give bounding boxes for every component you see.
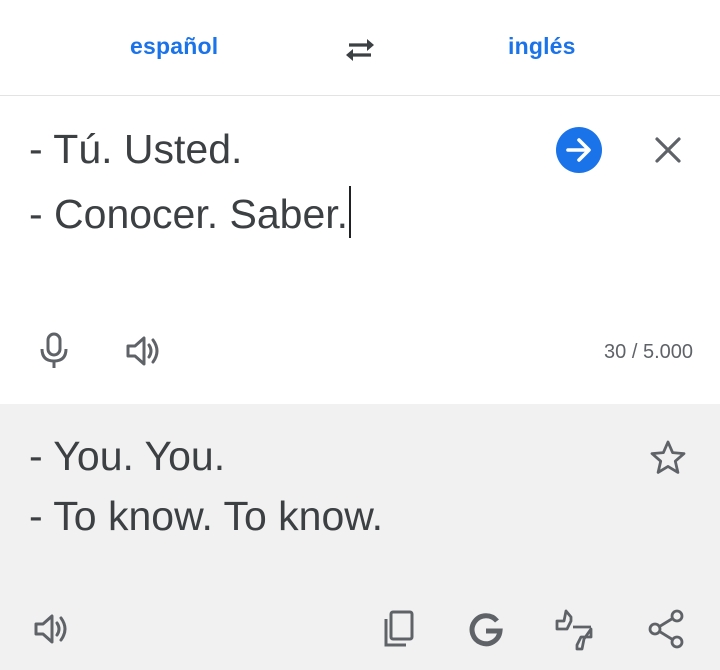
copy-translation-button[interactable] <box>378 607 418 651</box>
swap-languages-icon[interactable] <box>341 34 379 66</box>
google-search-button[interactable] <box>466 607 506 651</box>
source-text-line-2[interactable]: - Conocer. Saber. <box>29 186 352 238</box>
target-language-button[interactable]: inglés <box>508 33 576 60</box>
rate-translation-button[interactable] <box>554 607 594 651</box>
share-translation-button[interactable] <box>646 607 686 651</box>
arrow-right-icon <box>566 138 591 162</box>
source-input-area[interactable]: - Tú. Usted. - Conocer. Saber. 30 / 5.00… <box>0 97 720 404</box>
text-cursor <box>349 186 352 238</box>
save-translation-button[interactable] <box>648 438 688 478</box>
clear-text-button[interactable] <box>650 132 686 168</box>
language-bar: español inglés <box>0 0 720 96</box>
star-icon <box>650 440 686 474</box>
character-counter: 30 / 5.000 <box>604 341 693 363</box>
translate-go-button[interactable] <box>556 127 602 173</box>
google-icon <box>469 613 503 647</box>
speaker-icon <box>126 336 159 366</box>
listen-source-button[interactable] <box>124 333 164 369</box>
source-language-button[interactable]: español <box>130 33 218 60</box>
copy-icon <box>384 610 414 647</box>
microphone-button[interactable] <box>36 331 72 371</box>
result-text-line-1: - You. You. <box>29 433 226 479</box>
source-text-line-1[interactable]: - Tú. Usted. <box>29 126 242 173</box>
source-text-line-2-text: - Conocer. Saber. <box>29 191 349 237</box>
feedback-thumbs-icon <box>555 609 593 651</box>
share-icon <box>648 609 684 649</box>
speaker-icon <box>34 614 67 644</box>
result-text-line-2: - To know. To know. <box>29 493 384 539</box>
translation-result-area: - You. You. - To know. To know. <box>0 404 720 670</box>
microphone-icon <box>40 332 68 368</box>
close-icon <box>655 137 681 163</box>
listen-translation-button[interactable] <box>32 607 72 651</box>
